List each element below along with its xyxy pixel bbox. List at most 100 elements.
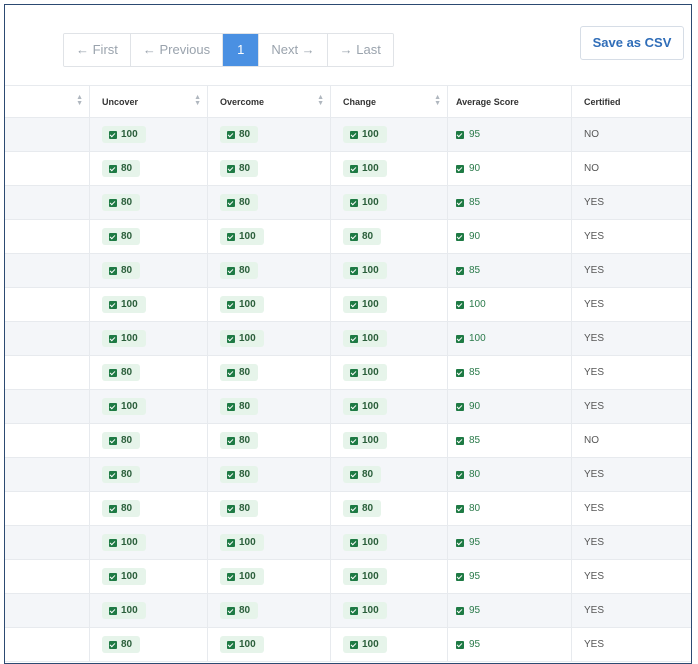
next-page-button[interactable]: Next → (259, 34, 328, 66)
row-cell-prev (5, 594, 90, 627)
cell-overcome: 80 (208, 594, 331, 627)
check-icon (109, 504, 117, 513)
check-icon (109, 266, 117, 275)
table-row: 100 100 100 100 YES (5, 288, 691, 322)
save-csv-button[interactable]: Save as CSV (580, 26, 684, 60)
average-score-value: 90 (469, 401, 481, 412)
column-header-label: Change (343, 96, 377, 107)
score-value: 100 (362, 537, 379, 548)
average-score-value: 80 (469, 469, 481, 480)
score-badge: 100 (343, 330, 387, 347)
results-table: ▲ ▼ Uncover ▲ ▼ Overcome ▲ ▼ Change ▲ ▼ Aver… (5, 85, 691, 662)
score-value: 100 (362, 197, 379, 208)
check-icon (227, 640, 235, 649)
score-badge: 80 (343, 228, 382, 245)
row-cell-prev (5, 356, 90, 389)
score-value: 100 (362, 265, 379, 276)
previous-page-button[interactable]: ← Previous (130, 34, 224, 66)
cell-change: 100 (331, 356, 448, 389)
cell-average-score: 85 (448, 356, 572, 389)
score-value: 100 (121, 401, 138, 412)
average-score: 90 (456, 163, 480, 174)
average-score-value: 95 (469, 605, 481, 616)
score-badge: 80 (220, 432, 259, 449)
cell-average-score: 95 (448, 628, 572, 661)
cell-uncover: 80 (90, 458, 208, 491)
row-cell-prev (5, 288, 90, 321)
column-header-change[interactable]: Change ▲ ▼ (331, 86, 448, 117)
score-value: 80 (239, 401, 251, 412)
table-body: 100 80 100 95 NO 80 80 100 90 NO 80 80 100 85 YES 80 100… (5, 118, 691, 662)
check-icon (109, 606, 117, 615)
cell-overcome: 80 (208, 458, 331, 491)
current-page-button[interactable]: 1 (223, 34, 260, 66)
cell-uncover: 100 (90, 560, 208, 593)
check-icon (109, 164, 117, 173)
score-value: 80 (239, 265, 251, 276)
cell-uncover: 80 (90, 254, 208, 287)
certified-value: YES (584, 605, 605, 616)
cell-overcome: 80 (208, 492, 331, 525)
certified-value: YES (584, 469, 605, 480)
average-score: 100 (456, 333, 486, 344)
check-icon (227, 334, 235, 343)
sort-icon[interactable]: ▲ ▼ (76, 94, 83, 107)
row-cell-prev (5, 254, 90, 287)
score-badge: 80 (220, 364, 259, 381)
average-score-value: 100 (469, 333, 486, 344)
column-header-average-score[interactable]: Average Score (448, 86, 572, 117)
average-score-value: 90 (469, 163, 481, 174)
score-badge: 100 (343, 364, 387, 381)
score-badge: 100 (343, 296, 387, 313)
certified-value: YES (584, 537, 605, 548)
score-badge: 80 (220, 466, 259, 483)
cell-average-score: 95 (448, 526, 572, 559)
cell-certified: YES (572, 526, 691, 559)
score-value: 100 (362, 367, 379, 378)
certified-value: YES (584, 367, 605, 378)
table-row: 80 80 100 85 YES (5, 254, 691, 288)
column-header-uncover[interactable]: Uncover ▲ ▼ (90, 86, 208, 117)
certified-value: YES (584, 639, 605, 650)
sort-icon[interactable]: ▲ ▼ (317, 94, 324, 107)
check-icon (350, 538, 358, 547)
score-value: 80 (121, 163, 133, 174)
certified-value: NO (584, 163, 599, 174)
score-value: 100 (239, 571, 256, 582)
average-score-value: 80 (469, 503, 481, 514)
cell-average-score: 100 (448, 288, 572, 321)
column-header-certified[interactable]: Certified (572, 86, 691, 117)
check-icon (109, 470, 117, 479)
sort-icon[interactable]: ▲ ▼ (434, 94, 441, 107)
score-badge: 100 (343, 194, 387, 211)
check-icon (350, 572, 358, 581)
cell-certified: YES (572, 220, 691, 253)
average-score-value: 100 (469, 299, 486, 310)
score-value: 80 (362, 503, 374, 514)
average-score: 90 (456, 231, 480, 242)
score-badge: 80 (102, 262, 141, 279)
score-value: 100 (239, 639, 256, 650)
check-icon (227, 606, 235, 615)
row-cell-prev (5, 458, 90, 491)
cell-overcome: 80 (208, 390, 331, 423)
average-score-value: 95 (469, 129, 481, 140)
score-value: 80 (121, 197, 133, 208)
cell-uncover: 100 (90, 118, 208, 151)
cell-average-score: 90 (448, 220, 572, 253)
check-icon (109, 198, 117, 207)
table-row: 100 100 100 100 YES (5, 322, 691, 356)
last-page-button[interactable]: → Last (327, 34, 393, 66)
average-score: 80 (456, 503, 480, 514)
score-value: 100 (362, 129, 379, 140)
cell-certified: YES (572, 186, 691, 219)
average-score: 85 (456, 197, 480, 208)
check-icon (227, 436, 235, 445)
column-header-prev[interactable]: ▲ ▼ (5, 86, 90, 117)
score-badge: 80 (343, 500, 382, 517)
row-cell-prev (5, 152, 90, 185)
first-page-button[interactable]: ← First (64, 34, 131, 66)
score-badge: 100 (343, 432, 387, 449)
column-header-overcome[interactable]: Overcome ▲ ▼ (208, 86, 331, 117)
sort-icon[interactable]: ▲ ▼ (194, 94, 201, 107)
